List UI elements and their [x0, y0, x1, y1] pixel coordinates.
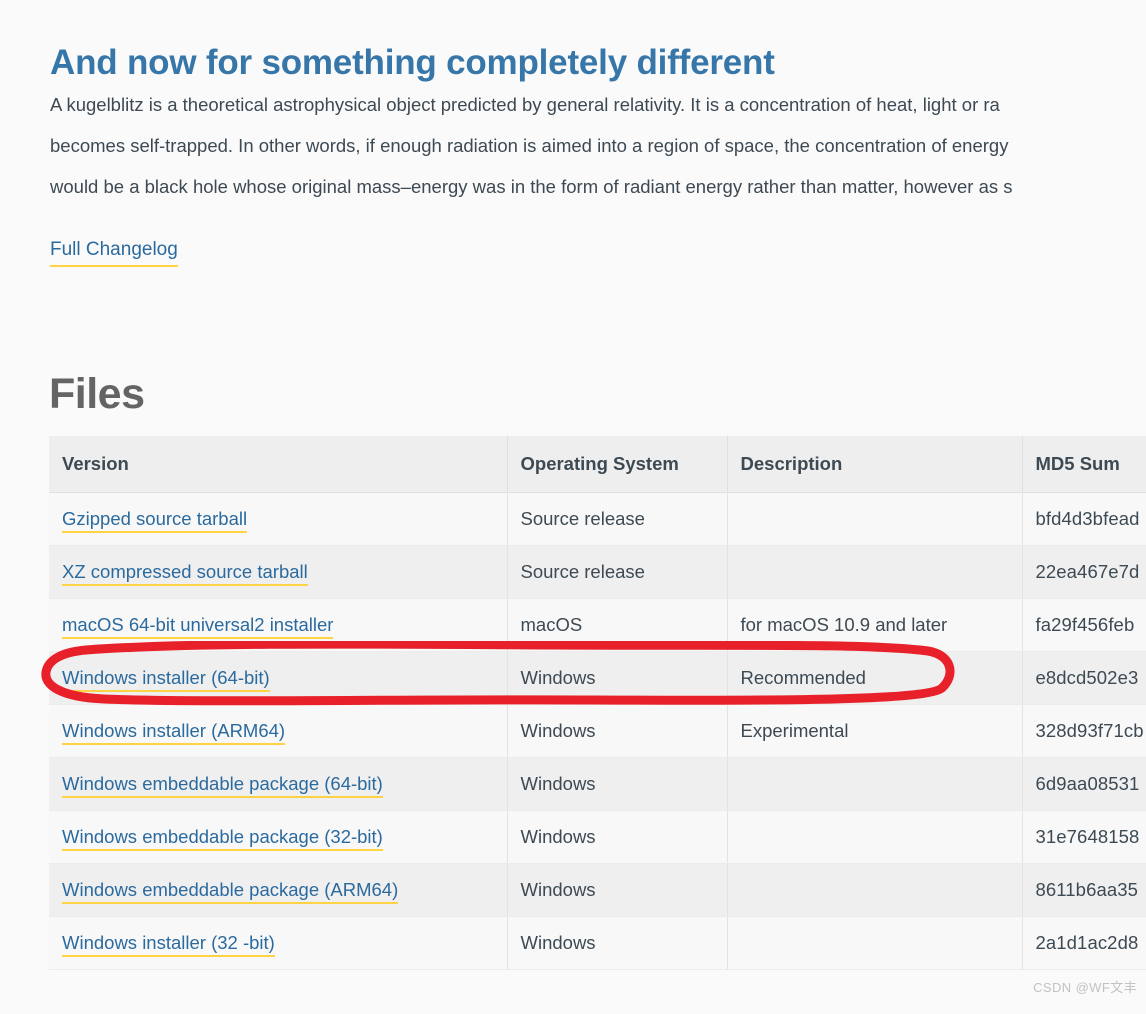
release-description: A kugelblitz is a theoretical astrophysi…	[50, 84, 1146, 207]
file-download-link[interactable]: Gzipped source tarball	[62, 508, 248, 533]
table-row: Windows installer (32 -bit) Windows 2a1d…	[49, 916, 1146, 970]
md5-cell: fa29f456feb	[1022, 598, 1146, 652]
os-cell: Source release	[507, 545, 728, 599]
column-header-md5: MD5 Sum	[1022, 436, 1146, 493]
os-cell: Windows	[507, 810, 728, 864]
version-cell: Windows installer (ARM64)	[49, 704, 508, 758]
table-row: macOS 64-bit universal2 installer macOS …	[49, 598, 1146, 652]
description-cell: Experimental	[727, 704, 1023, 758]
version-cell: macOS 64-bit universal2 installer	[49, 598, 508, 652]
file-download-link[interactable]: Windows installer (32 -bit)	[62, 932, 275, 957]
table-row: XZ compressed source tarball Source rele…	[49, 545, 1146, 599]
files-table-container: Version Operating System Description MD5…	[49, 436, 1146, 970]
files-table: Version Operating System Description MD5…	[49, 436, 1146, 970]
md5-cell: e8dcd502e3	[1022, 651, 1146, 705]
md5-cell: 6d9aa08531	[1022, 757, 1146, 811]
os-cell: Windows	[507, 651, 728, 705]
table-header-row: Version Operating System Description MD5…	[49, 436, 1146, 493]
file-download-link[interactable]: Windows embeddable package (ARM64)	[62, 879, 399, 904]
table-row: Gzipped source tarball Source release bf…	[49, 492, 1146, 546]
csdn-watermark: CSDN @WF文丰	[1033, 980, 1137, 995]
files-table-body: Gzipped source tarball Source release bf…	[49, 492, 1146, 970]
table-row: Windows embeddable package (ARM64) Windo…	[49, 863, 1146, 917]
os-cell: Windows	[507, 863, 728, 917]
description-cell: Recommended	[727, 651, 1023, 705]
version-cell: Windows embeddable package (32-bit)	[49, 810, 508, 864]
md5-cell: 8611b6aa35	[1022, 863, 1146, 917]
description-cell	[727, 810, 1023, 864]
description-cell	[727, 492, 1023, 546]
table-row-highlighted: Windows installer (64-bit) Windows Recom…	[49, 651, 1146, 705]
md5-cell: bfd4d3bfead	[1022, 492, 1146, 546]
column-header-version: Version	[49, 436, 508, 493]
os-cell: macOS	[507, 598, 728, 652]
description-cell	[727, 863, 1023, 917]
table-row: Windows embeddable package (32-bit) Wind…	[49, 810, 1146, 864]
release-page: And now for something completely differe…	[0, 0, 1146, 1014]
full-changelog-link[interactable]: Full Changelog	[50, 237, 178, 267]
md5-cell: 328d93f71cb	[1022, 704, 1146, 758]
md5-cell: 22ea467e7d	[1022, 545, 1146, 599]
version-cell: XZ compressed source tarball	[49, 545, 508, 599]
files-heading: Files	[49, 369, 145, 418]
os-cell: Windows	[507, 757, 728, 811]
os-cell: Windows	[507, 704, 728, 758]
column-header-os: Operating System	[507, 436, 728, 493]
file-download-link[interactable]: Windows installer (ARM64)	[62, 720, 286, 745]
page-title: And now for something completely differe…	[50, 43, 775, 83]
description-line: would be a black hole whose original mas…	[50, 176, 1013, 197]
os-cell: Source release	[507, 492, 728, 546]
description-line: becomes self-trapped. In other words, if…	[50, 135, 1009, 156]
version-cell: Windows installer (64-bit)	[49, 651, 508, 705]
version-cell: Windows embeddable package (ARM64)	[49, 863, 508, 917]
description-cell	[727, 545, 1023, 599]
file-download-link[interactable]: XZ compressed source tarball	[62, 561, 308, 586]
md5-cell: 2a1d1ac2d8	[1022, 916, 1146, 970]
file-download-link[interactable]: Windows embeddable package (32-bit)	[62, 826, 383, 851]
table-row: Windows embeddable package (64-bit) Wind…	[49, 757, 1146, 811]
os-cell: Windows	[507, 916, 728, 970]
description-cell: for macOS 10.9 and later	[727, 598, 1023, 652]
version-cell: Gzipped source tarball	[49, 492, 508, 546]
column-header-description: Description	[727, 436, 1023, 493]
version-cell: Windows installer (32 -bit)	[49, 916, 508, 970]
table-row: Windows installer (ARM64) Windows Experi…	[49, 704, 1146, 758]
file-download-link[interactable]: Windows embeddable package (64-bit)	[62, 773, 383, 798]
description-cell	[727, 757, 1023, 811]
file-download-link[interactable]: macOS 64-bit universal2 installer	[62, 614, 334, 639]
file-download-link[interactable]: Windows installer (64-bit)	[62, 667, 270, 692]
version-cell: Windows embeddable package (64-bit)	[49, 757, 508, 811]
description-cell	[727, 916, 1023, 970]
md5-cell: 31e7648158	[1022, 810, 1146, 864]
description-line: A kugelblitz is a theoretical astrophysi…	[50, 94, 1000, 115]
